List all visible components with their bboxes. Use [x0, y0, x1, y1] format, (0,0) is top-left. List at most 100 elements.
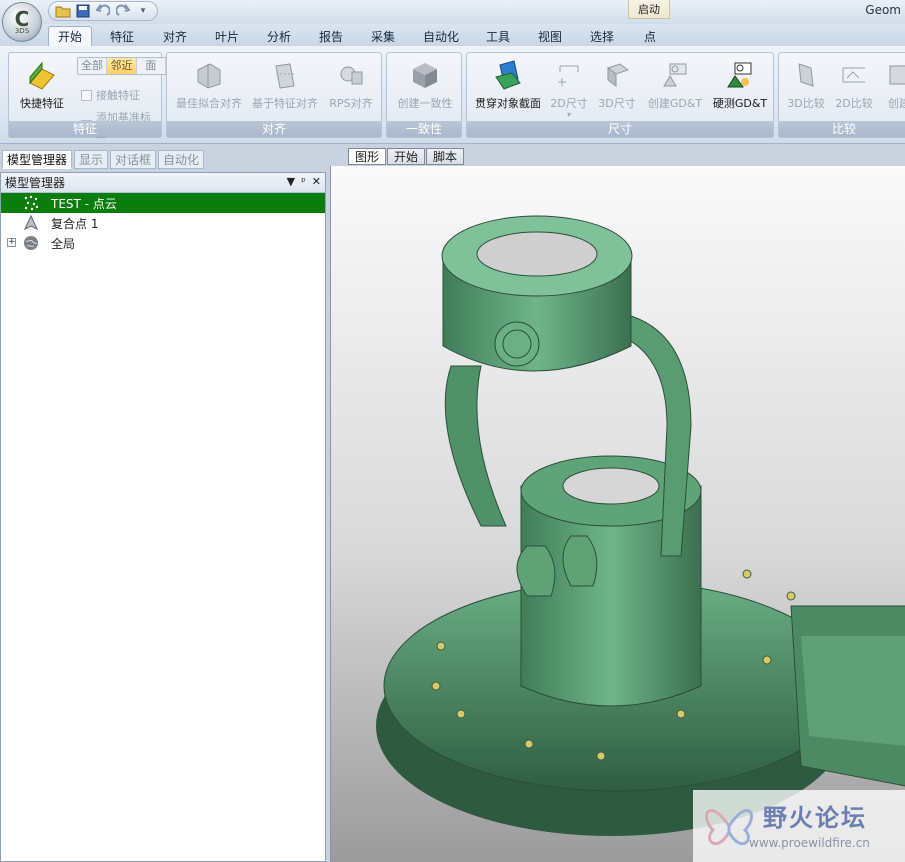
compare-group-label: 比较 [779, 121, 905, 137]
compare-create-icon [883, 59, 905, 91]
ribbon-tab-strip: 开始 特征 对齐 叶片 分析 报告 采集 自动化 工具 视图 选择 点 [0, 24, 905, 46]
open-folder-icon[interactable] [55, 3, 71, 19]
best-fit-align-label: 最佳拟合对齐 [176, 97, 242, 110]
ribbon-group-dimension: 贯穿对象截面 2D尺寸 ▾ 3D尺寸 创建GD&T 硬测GD&T 尺寸 [466, 52, 774, 138]
feature-based-align-label: 基于特征对齐 [252, 97, 318, 110]
application-menu-button[interactable]: C 3DS [2, 2, 42, 42]
rps-align-label: RPS对齐 [329, 97, 373, 110]
forum-watermark: 野火论坛 www.proewildfire.cn [693, 790, 905, 862]
quick-feature-label: 快捷特征 [20, 97, 64, 110]
cross-section-button[interactable]: 贯穿对象截面 [471, 59, 545, 119]
dim-2d-icon [553, 59, 585, 91]
tab-analysis[interactable]: 分析 [257, 26, 301, 46]
tree-item-composite-point[interactable]: 复合点 1 [1, 213, 325, 233]
tab-blade[interactable]: 叶片 [205, 26, 249, 46]
watermark-title: 野火论坛 [763, 804, 867, 832]
probe-gdt-icon [724, 59, 756, 91]
undo-icon[interactable] [95, 3, 111, 19]
dim-2d-button[interactable]: 2D尺寸 ▾ [547, 59, 591, 119]
tree-item-global[interactable]: + 全局 [1, 233, 325, 253]
dim-2d-label: 2D尺寸 [550, 97, 588, 110]
contact-feature-checkbox-row[interactable]: 接触特征 [81, 87, 140, 103]
best-fit-align-button[interactable]: 最佳拟合对齐 [173, 59, 245, 119]
tab-align[interactable]: 对齐 [153, 26, 197, 46]
scanned-part-model[interactable] [331, 166, 905, 862]
quick-feature-button[interactable]: 快捷特征 [17, 59, 67, 119]
compare-3d-label: 3D比较 [787, 97, 825, 110]
ribbon-group-align: 最佳拟合对齐 基于特征对齐 RPS对齐 对齐 [166, 52, 382, 138]
ribbon-body: 快捷特征 全部 邻近 面 接触特征 添加基准标签 特征 最佳拟合对齐 [0, 46, 905, 144]
tab-start[interactable]: 开始 [48, 26, 92, 46]
compare-create-button[interactable]: 创建 [879, 59, 905, 119]
compare-3d-button[interactable]: 3D比较 [783, 59, 829, 119]
compare-2d-button[interactable]: 2D比较 [831, 59, 877, 119]
app-logo-sub: 3DS [14, 26, 30, 35]
create-consistency-button[interactable]: 创建一致性 [391, 59, 459, 119]
tab-view[interactable]: 视图 [528, 26, 572, 46]
panel-title: 模型管理器 [5, 176, 66, 190]
ribbon-group-features: 快捷特征 全部 邻近 面 接触特征 添加基准标签 特征 [8, 52, 167, 140]
tab-tools[interactable]: 工具 [476, 26, 520, 46]
tab-dialog[interactable]: 对话框 [110, 150, 157, 169]
align-group-label: 对齐 [167, 121, 381, 137]
panel-menu-icon[interactable]: ▼ [287, 175, 295, 188]
composite-point-icon [23, 215, 39, 231]
redo-icon[interactable] [115, 3, 131, 19]
tab-features[interactable]: 特征 [100, 26, 144, 46]
create-gdt-icon [659, 59, 691, 91]
expand-icon[interactable]: + [7, 238, 16, 247]
probe-gdt-button[interactable]: 硬测GD&T [709, 59, 771, 119]
feature-filter-segment: 全部 邻近 面 [77, 57, 167, 75]
customize-chevron-icon[interactable]: ▾ [135, 3, 151, 19]
create-gdt-button[interactable]: 创建GD&T [643, 59, 707, 119]
tab-acquire[interactable]: 采集 [361, 26, 405, 46]
close-icon[interactable]: ✕ [312, 175, 321, 188]
cross-section-icon [492, 59, 524, 91]
best-fit-align-icon [193, 59, 225, 91]
compare-2d-label: 2D比较 [835, 97, 873, 110]
save-icon[interactable] [75, 3, 91, 19]
cube-icon [409, 59, 441, 91]
context-tab-label: 启动 [628, 0, 670, 19]
compare-create-label: 创建 [888, 97, 905, 110]
watermark-url: www.proewildfire.cn [749, 836, 870, 850]
tab-script[interactable]: 脚本 [426, 148, 465, 165]
dim-3d-label: 3D尺寸 [598, 97, 636, 110]
tab-model-manager[interactable]: 模型管理器 [2, 150, 73, 169]
rps-align-icon [335, 59, 367, 91]
dimension-group-label: 尺寸 [467, 121, 773, 137]
rps-align-button[interactable]: RPS对齐 [325, 59, 377, 119]
tab-report[interactable]: 报告 [309, 26, 353, 46]
tree-item-label: 全局 [51, 236, 76, 251]
point-cloud-icon [23, 195, 39, 211]
dim-2d-dropdown-icon[interactable]: ▾ [567, 111, 571, 119]
feature-based-align-button[interactable]: 基于特征对齐 [249, 59, 321, 119]
segment-face[interactable]: 面 [136, 58, 166, 74]
tree-item-point-cloud[interactable]: TEST - 点云 [1, 193, 325, 213]
tree-item-label: TEST - 点云 [51, 196, 117, 211]
probe-gdt-label: 硬测GD&T [712, 97, 768, 110]
tab-select[interactable]: 选择 [580, 26, 624, 46]
consistency-group-label: 一致性 [387, 121, 461, 137]
compare-2d-icon [838, 59, 870, 91]
segment-all[interactable]: 全部 [78, 58, 108, 74]
ribbon-group-consistency: 创建一致性 一致性 [386, 52, 462, 138]
quick-access-toolbar: ▾ [48, 1, 158, 21]
tab-point[interactable]: 点 [630, 26, 670, 46]
segment-nearby[interactable]: 邻近 [107, 58, 137, 74]
tab-graphics[interactable]: 图形 [348, 148, 387, 165]
feature-based-align-icon [269, 59, 301, 91]
tab-start-view[interactable]: 开始 [387, 148, 426, 165]
graphics-viewport[interactable]: 野火论坛 www.proewildfire.cn [330, 166, 905, 862]
ribbon-group-compare: 3D比较 2D比较 创建 比较 [778, 52, 905, 138]
tab-display[interactable]: 显示 [74, 150, 109, 169]
quick-feature-icon [26, 59, 58, 91]
globe-icon [23, 235, 39, 251]
tab-automation[interactable]: 自动化 [416, 26, 466, 46]
pin-icon[interactable]: ᵖ [301, 175, 306, 188]
contact-feature-label: 接触特征 [96, 89, 140, 102]
contact-feature-checkbox[interactable] [81, 89, 92, 101]
tab-automation-panel[interactable]: 自动化 [158, 150, 205, 169]
dim-3d-button[interactable]: 3D尺寸 [595, 59, 639, 119]
app-logo-letter: C [14, 6, 30, 31]
